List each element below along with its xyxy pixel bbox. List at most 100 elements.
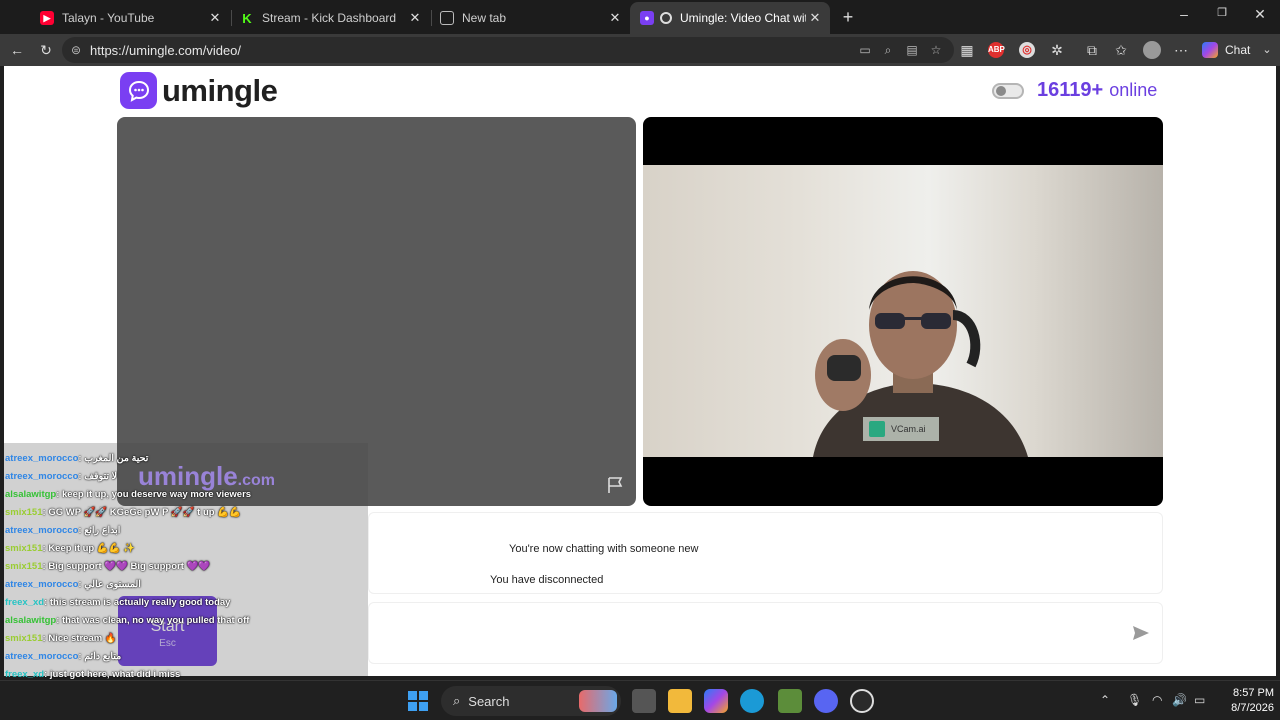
browser-toolbar: ← ↻ ⊜ https://umingle.com/video/ ▭ ⌕ ▤ ☆…: [0, 34, 1280, 66]
chat-message: : this stream is actually really good to…: [44, 597, 231, 608]
tray-overflow-icon[interactable]: ⌃: [1100, 693, 1110, 707]
taskbar-search[interactable]: ⌕ Search: [441, 686, 621, 716]
battery-icon[interactable]: ▭: [1194, 693, 1205, 707]
chevron-down-icon[interactable]: ⌄: [1258, 41, 1276, 59]
back-icon[interactable]: ←: [8, 41, 26, 59]
wifi-icon[interactable]: ◠: [1152, 693, 1162, 707]
chat-username: alsalawitgp: [5, 615, 57, 626]
chat-message: : ابداع رائع: [78, 525, 121, 536]
self-video: VCam.ai: [643, 117, 1163, 506]
send-icon[interactable]: [1132, 625, 1150, 641]
youtube-icon: ▶: [40, 11, 54, 25]
stream-chat-line: alsalawitgp: keep it up, you deserve way…: [4, 486, 251, 504]
stream-chat-line: atreex_morocco: متابع دائم: [4, 648, 121, 666]
chat-username: atreex_morocco: [5, 471, 79, 482]
tab-new-tab[interactable]: New tab ✕: [430, 4, 630, 32]
microphone-icon[interactable]: 🎙: [1127, 693, 1142, 707]
split-screen-icon[interactable]: ⧉: [1083, 41, 1101, 59]
kick-icon: K: [240, 11, 254, 26]
adblock-icon[interactable]: ABP: [988, 42, 1005, 58]
minecraft-icon[interactable]: [778, 689, 802, 713]
obs-icon[interactable]: [850, 689, 874, 713]
window-close-icon[interactable]: ✕: [1250, 6, 1270, 23]
stream-chat-line: smix151: Keep it up 💪💪 ✨: [4, 540, 135, 558]
apps-icon[interactable]: ▦: [958, 41, 976, 59]
chat-input[interactable]: [368, 602, 1163, 664]
zoom-icon[interactable]: ⌕: [880, 42, 896, 58]
search-highlight-icon: [579, 690, 617, 712]
profile-avatar[interactable]: [1143, 41, 1161, 59]
close-icon[interactable]: ✕: [806, 10, 824, 26]
close-icon[interactable]: ✕: [206, 10, 224, 26]
umingle-logo[interactable]: umingle: [120, 72, 278, 109]
favorite-star-icon[interactable]: ☆: [928, 42, 944, 58]
windows-start-icon[interactable]: [408, 691, 428, 711]
volume-icon[interactable]: 🔊: [1172, 693, 1187, 707]
reload-icon[interactable]: ↻: [37, 41, 55, 59]
chat-message: : GG WP 🚀🚀 KGeGe pW P 🚀🚀 t up 💪💪: [42, 507, 241, 518]
stream-chat-line: freex_xd: this stream is actually really…: [4, 594, 230, 612]
windows-taskbar: ⌕ Search ⌃ 🎙 ◠ 🔊 ▭ 8:57 PM 8/7/2026: [0, 680, 1280, 720]
umingle-icon: ●: [640, 11, 654, 25]
stream-chat-line: atreex_morocco: تحية من المغرب: [4, 450, 148, 468]
camera-icon[interactable]: ▭: [857, 42, 873, 58]
chat-message: : متابع دائم: [78, 651, 122, 662]
vcam-icon: [869, 421, 885, 437]
system-message: You're now chatting with someone new: [509, 543, 699, 555]
stream-chat-line: alsalawitgp: that was clean, no way you …: [4, 612, 249, 630]
chat-username: smix151: [5, 507, 43, 518]
copilot-chat-button[interactable]: Chat: [1202, 41, 1250, 59]
online-count: 16119+: [1037, 79, 1104, 101]
theme-toggle[interactable]: [992, 82, 1024, 99]
stream-chat-line: smix151: GG WP 🚀🚀 KGeGe pW P 🚀🚀 t up 💪💪: [4, 504, 241, 522]
stream-chat-line: atreex_morocco: المستوى عالي: [4, 576, 141, 594]
system-message: You have disconnected: [490, 574, 604, 586]
url-text: https://umingle.com/video/: [90, 43, 242, 58]
more-menu-icon[interactable]: ⋯: [1172, 41, 1190, 59]
chat-message: : Keep it up 💪💪 ✨: [42, 543, 136, 554]
webcam-feed: VCam.ai: [643, 165, 1163, 457]
online-label: online: [1109, 80, 1158, 100]
edge-icon[interactable]: [740, 689, 764, 713]
tab-youtube[interactable]: ▶ Talayn - YouTube ✕: [30, 4, 230, 32]
chat-message: : that was clean, no way you pulled that…: [56, 615, 250, 626]
site-info-icon[interactable]: ⊜: [68, 42, 84, 58]
extensions-puzzle-icon[interactable]: ✲: [1048, 41, 1066, 59]
stream-chat-overlay: umingle.com atreex_morocco: تحية من المغ…: [4, 443, 368, 716]
chat-message: : لا تتوقف: [78, 471, 118, 482]
browser-tab-strip: ▶ Talayn - YouTube ✕ K Stream - Kick Das…: [0, 0, 1280, 34]
chat-message: : Nice stream 🔥: [42, 633, 117, 644]
search-icon: ⌕: [453, 693, 461, 708]
close-icon[interactable]: ✕: [406, 10, 424, 26]
stream-chat-line: atreex_morocco: لا تتوقف: [4, 468, 117, 486]
recording-icon: [660, 12, 672, 24]
minimize-icon[interactable]: –: [1174, 6, 1194, 22]
task-view-icon[interactable]: [632, 689, 656, 713]
discord-icon[interactable]: [814, 689, 838, 713]
clock-date: 8/7/2026: [1231, 702, 1274, 714]
clock-time: 8:57 PM: [1233, 687, 1274, 699]
copilot-app-icon[interactable]: [704, 689, 728, 713]
chat-messages-panel: You're now chatting with someone new You…: [368, 512, 1163, 594]
address-bar[interactable]: ⊜ https://umingle.com/video/ ▭ ⌕ ▤ ☆: [62, 37, 954, 63]
tab-title: New tab: [462, 11, 507, 25]
extension-icon[interactable]: ◎: [1019, 42, 1035, 58]
report-flag-icon[interactable]: [606, 476, 626, 494]
maximize-icon[interactable]: ❐: [1212, 6, 1232, 19]
close-icon[interactable]: ✕: [606, 10, 624, 26]
online-status: 16119+ online: [992, 79, 1157, 102]
taskbar-clock[interactable]: 8:57 PM 8/7/2026: [1214, 686, 1274, 716]
chat-message: : المستوى عالي: [78, 579, 141, 590]
new-tab-button[interactable]: +: [838, 7, 858, 27]
logo-text: umingle: [162, 72, 278, 108]
chat-username: smix151: [5, 561, 43, 572]
favorites-icon[interactable]: ✩: [1112, 41, 1130, 59]
tab-umingle[interactable]: ● Umingle: Video Chat with Stra ✕: [630, 2, 830, 34]
chat-username: smix151: [5, 543, 43, 554]
tab-kick-dashboard[interactable]: K Stream - Kick Dashboard ✕: [230, 4, 430, 32]
vcam-badge: VCam.ai: [863, 417, 939, 441]
file-explorer-icon[interactable]: [668, 689, 692, 713]
tab-title: Umingle: Video Chat with Stra: [680, 11, 806, 25]
chat-label: Chat: [1225, 43, 1251, 57]
reader-icon[interactable]: ▤: [904, 42, 920, 58]
